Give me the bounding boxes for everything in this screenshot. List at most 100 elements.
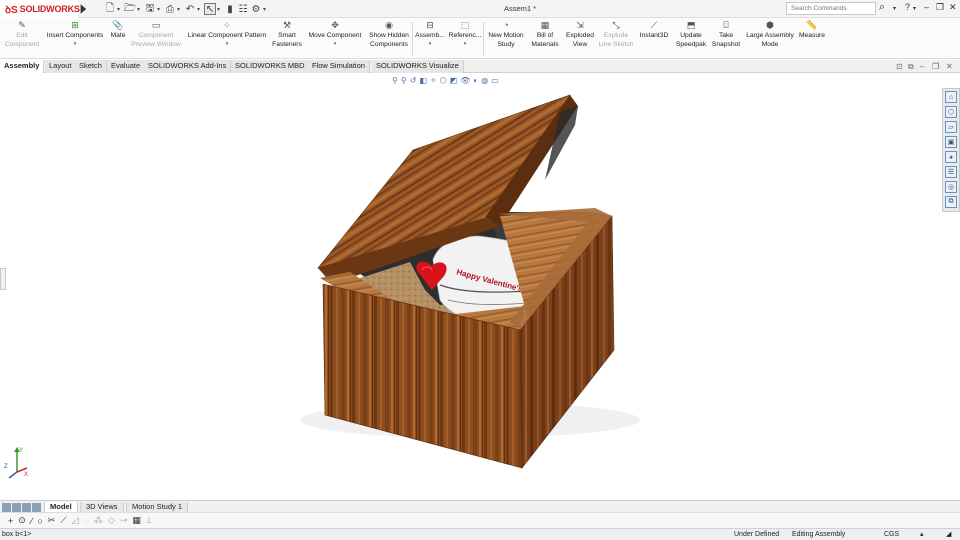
zoom-to-area-icon[interactable]: ⚲ [401, 76, 407, 86]
previous-tab-icon[interactable] [12, 503, 21, 512]
file-explorer-icon[interactable]: ▱ [945, 121, 957, 133]
previous-view-icon[interactable]: ↺ [410, 76, 417, 86]
next-tab-icon[interactable] [22, 503, 31, 512]
tab-solidworks-add-ins[interactable]: SOLIDWORKS Add-Ins [144, 60, 232, 73]
assembly-features-button[interactable]: ⊟ Assemb... ▾ [414, 20, 446, 58]
edit-component-button[interactable]: ✎ Edit Component [2, 20, 42, 58]
grid-icon[interactable]: ▦ [132, 515, 141, 526]
new-motion-study-button[interactable]: ◔ New Motion Study [485, 20, 527, 58]
zoom-to-fit-icon[interactable]: ⚲ [392, 76, 398, 86]
display-style-icon[interactable]: ◩ [450, 76, 458, 86]
line-icon[interactable]: ∕ [31, 516, 33, 526]
exploded-view-button[interactable]: ⇲ Exploded View [563, 20, 597, 58]
point-icon[interactable]: + [8, 516, 13, 526]
mirror-icon[interactable]: ◿ [72, 515, 79, 526]
last-tab-icon[interactable] [32, 503, 41, 512]
mate-button[interactable]: 📎 Mate [106, 20, 130, 58]
trim-icon[interactable]: ✂ [48, 515, 56, 526]
linear-component-pattern-button[interactable]: ⁘ Linear Component Pattern ▾ [184, 20, 270, 58]
status-corner-icon[interactable]: ◢ [946, 529, 951, 540]
menu-expand-icon[interactable] [80, 4, 87, 14]
hide-show-items-icon[interactable]: 👁 [460, 76, 470, 86]
chevron-down-icon[interactable]: ▾ [913, 5, 916, 12]
insert-components-button[interactable]: ⊞ Insert Components ▾ [44, 20, 106, 58]
restore-icon[interactable]: ⧉ [908, 62, 914, 72]
chevron-down-icon[interactable]: ▾ [117, 6, 123, 13]
graphics-area[interactable]: Happy Valentine's ⚲ ⚲ ↺ ◧ ✧ ⬡ ◩ 👁 ◐ ◍ ▭ [0, 73, 942, 500]
design-library-icon[interactable]: ⬡ [945, 106, 957, 118]
minimize-icon[interactable]: – [924, 2, 929, 12]
tab-assembly[interactable]: Assembly [0, 60, 45, 73]
bill-of-materials-button[interactable]: ▦ Bill of Materials [529, 20, 561, 58]
tab-solidworks-mbd[interactable]: SOLIDWORKS MBD [231, 60, 310, 73]
appearances-icon[interactable]: ◕ [945, 151, 957, 163]
minimize-icon[interactable]: – [920, 62, 924, 71]
component-preview-window-button[interactable]: ▭ Component Preview Window [130, 20, 182, 58]
restore-icon[interactable]: ❐ [936, 2, 944, 13]
show-hidden-components-button[interactable]: ◉ Show Hidden Components [367, 20, 411, 58]
print-icon[interactable]: ⎙ [164, 3, 176, 15]
file-properties-icon[interactable]: ☷ [237, 3, 249, 15]
tab-solidworks-visualize[interactable]: SOLIDWORKS Visualize [372, 60, 464, 73]
close-icon[interactable]: ✕ [949, 2, 957, 13]
help-icon[interactable]: ? [905, 2, 910, 12]
chevron-down-icon[interactable]: ▾ [177, 6, 183, 13]
home-icon[interactable]: ⌂ [945, 91, 957, 103]
open-folder-icon[interactable]: 🗁 [124, 3, 136, 15]
3dexperience-icon[interactable]: ⧉ [945, 196, 957, 208]
chevron-down-icon[interactable]: ▾ [74, 41, 77, 47]
chevron-down-icon[interactable]: ▾ [263, 6, 269, 13]
first-tab-icon[interactable] [2, 503, 11, 512]
search-commands-input[interactable]: Search Commands [786, 2, 876, 15]
chevron-down-icon[interactable]: ▾ [197, 6, 203, 13]
solidworks-forum-icon[interactable]: ◎ [945, 181, 957, 193]
instant3d-button[interactable]: ⟋ Instant3D [637, 20, 671, 58]
chevron-down-icon[interactable]: ▾ [893, 5, 896, 12]
circle-icon[interactable]: ○ [37, 516, 42, 526]
tile-icon[interactable]: ⊡ [896, 62, 903, 71]
chevron-down-icon[interactable]: ▾ [464, 41, 467, 47]
close-icon[interactable]: ✕ [946, 62, 953, 71]
apply-scene-icon[interactable]: ◍ [481, 76, 488, 86]
view-settings-icon[interactable]: ▭ [491, 76, 499, 86]
search-icon[interactable]: ⌕ [879, 1, 885, 14]
new-document-icon[interactable]: 🗋 [104, 3, 116, 15]
save-icon[interactable]: 🖫 [144, 3, 156, 15]
tab-evaluate[interactable]: Evaluate [107, 60, 146, 73]
section-view-icon[interactable]: ◧ [419, 76, 427, 86]
relation-icon[interactable]: ⟂ [146, 515, 152, 526]
chevron-down-icon[interactable]: ▾ [137, 6, 143, 13]
reference-geometry-button[interactable]: ⬚ Referenc... ▾ [447, 20, 483, 58]
measure-button[interactable]: 📏 Measure [797, 20, 827, 58]
offset-icon[interactable]: ◌ [84, 516, 89, 526]
explode-line-sketch-button[interactable]: ⤡ Explode Line Sketch [597, 20, 635, 58]
circle-dot-icon[interactable]: ⊙ [18, 515, 26, 526]
select-pointer-icon[interactable]: ↖ [204, 3, 216, 15]
status-units[interactable]: CGS [884, 529, 899, 540]
chevron-down-icon[interactable]: ▾ [334, 41, 337, 47]
dynamic-annotation-icon[interactable]: ✧ [430, 76, 437, 86]
chevron-up-icon[interactable]: ▴ [920, 529, 924, 540]
edit-appearance-icon[interactable]: ◐ [473, 76, 478, 86]
view-palette-icon[interactable]: ▣ [945, 136, 957, 148]
model-view[interactable]: Happy Valentine's [0, 73, 942, 500]
move-component-button[interactable]: ✥ Move Component ▾ [305, 20, 365, 58]
options-gear-icon[interactable]: ⚙ [250, 3, 262, 15]
chevron-down-icon[interactable]: ▾ [226, 41, 229, 47]
view-orientation-icon[interactable]: ⬡ [440, 76, 447, 86]
undo-icon[interactable]: ↶ [184, 3, 196, 15]
rebuild-icon[interactable]: ▮ [224, 3, 236, 15]
split-icon[interactable]: ⊸ [120, 515, 128, 526]
chevron-down-icon[interactable]: ▾ [217, 6, 223, 13]
update-speedpak-button[interactable]: ⬒ Update Speedpak [673, 20, 709, 58]
take-snapshot-button[interactable]: ⌼ Take Snapshot [710, 20, 742, 58]
tab-flow-simulation[interactable]: Flow Simulation [308, 60, 370, 73]
custom-properties-icon[interactable]: ☰ [945, 166, 957, 178]
chevron-down-icon[interactable]: ▾ [157, 6, 163, 13]
large-assembly-mode-button[interactable]: ⬢ Large Assembly Mode [743, 20, 797, 58]
solidworks-logo[interactable]: ꝺS SOLIDWORKS [0, 0, 80, 18]
pattern-icon[interactable]: ⁂ [94, 515, 103, 526]
tab-layout[interactable]: Layout [45, 60, 77, 73]
smart-fasteners-button[interactable]: ⚒ Smart Fasteners [270, 20, 304, 58]
convert-icon[interactable]: ◇ [108, 515, 115, 526]
